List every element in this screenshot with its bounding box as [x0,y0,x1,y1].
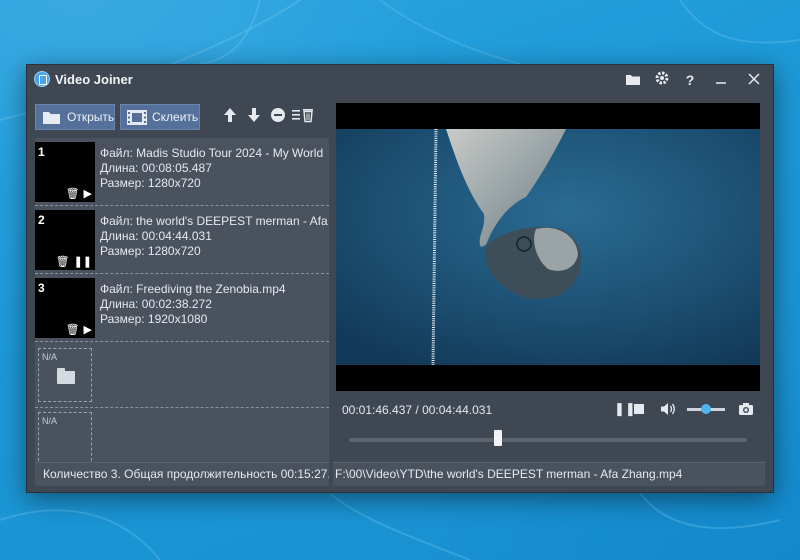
folder-icon [57,368,75,384]
remove-icon[interactable] [270,107,286,123]
item-length: Длина: 00:04:44.031 [100,229,212,243]
empty-slot-label: N/A [42,352,58,362]
item-number: 3 [38,281,45,295]
empty-slot-box[interactable]: N/A [38,412,92,462]
item-info: Файл: Freediving the Zenobia.mp4 Длина: … [100,282,328,327]
minimize-icon[interactable] [710,70,732,90]
move-down-icon[interactable] [246,107,262,123]
video-thumbnail: 3 🗑 ▶ [35,278,95,338]
join-button-label: Склеить [152,110,199,124]
video-frame [336,129,760,365]
empty-slot-box[interactable]: N/A [38,348,92,402]
open-button[interactable]: Открыть [35,104,115,130]
player-panel: 00:01:46.437 / 00:04:44.031 ❚❚ [333,98,765,462]
volume-icon[interactable] [659,401,677,417]
title-bar: Video Joiner ? [27,65,773,95]
app-logo-icon [34,71,50,87]
seek-bar[interactable] [349,438,747,442]
help-icon[interactable]: ? [679,70,701,90]
open-button-label: Открыть [67,110,115,124]
file-toolbar: Открыть Склеить [35,98,329,138]
item-info: Файл: Madis Studio Tour 2024 - My World … [100,146,328,191]
pause-icon[interactable]: ❚❚ [74,256,92,268]
list-item[interactable]: 1 🗑 ▶ Файл: Madis Studio Tour 2024 - My W… [35,138,329,206]
playback-time: 00:01:46.437 / 00:04:44.031 [342,403,493,417]
trash-icon[interactable]: 🗑 [66,324,80,336]
item-number: 1 [38,145,45,159]
close-icon[interactable] [743,70,765,90]
stop-icon[interactable] [632,401,646,417]
seek-handle[interactable] [494,430,503,446]
item-filename: Файл: the world's DEEPEST merman - Afa Z… [100,214,328,228]
item-length: Длина: 00:08:05.487 [100,161,212,175]
gear-icon[interactable] [651,70,673,90]
empty-slot[interactable]: N/A [35,408,329,462]
status-summary: Количество 3. Общая продолжительность 00… [35,462,329,486]
list-item[interactable]: 2 🗑 ❚❚ Файл: the world's DEEPEST merman -… [35,206,329,274]
video-thumbnail: 1 🗑 ▶ [35,142,95,202]
trash-icon[interactable]: 🗑 [66,188,80,200]
open-folder-icon [43,112,60,124]
folder-icon[interactable] [622,70,644,90]
join-button[interactable]: Склеить [120,104,200,130]
play-icon[interactable]: ▶ [84,324,92,336]
item-size: Размер: 1280x720 [100,176,201,190]
pause-icon[interactable]: ❚❚ [614,401,636,417]
item-length: Длина: 00:02:38.272 [100,297,212,311]
empty-slot-label: N/A [42,416,58,426]
item-number: 2 [38,213,45,227]
item-size: Размер: 1280x720 [100,244,201,258]
play-icon[interactable]: ▶ [84,188,92,200]
item-filename: Файл: Madis Studio Tour 2024 - My World [100,146,324,160]
empty-slot[interactable]: N/A [35,344,329,408]
film-strip-icon [127,110,147,125]
volume-slider-handle[interactable] [701,404,711,414]
status-file-path: F:\00\Video\YTD\the world's DEEPEST merm… [333,462,765,486]
window-title: Video Joiner [55,72,133,87]
move-up-icon[interactable] [222,107,238,123]
item-info: Файл: the world's DEEPEST merman - Afa Z… [100,214,328,259]
trash-icon[interactable]: 🗑 [56,256,70,268]
item-size: Размер: 1920x1080 [100,312,208,326]
file-list-panel: Открыть Склеить 1 🗑 ▶ Файл: Madis Studio… [35,98,329,462]
clear-list-icon[interactable] [291,107,319,123]
item-filename: Файл: Freediving the Zenobia.mp4 [100,282,286,296]
list-item[interactable]: 3 🗑 ▶ Файл: Freediving the Zenobia.mp4 Дл… [35,274,329,342]
video-thumbnail: 2 🗑 ❚❚ [35,210,95,270]
video-preview[interactable] [336,103,760,391]
video-joiner-window: Video Joiner ? Открыть Склеить 1 🗑 ▶ Фай… [26,64,774,493]
camera-icon[interactable] [737,401,755,417]
